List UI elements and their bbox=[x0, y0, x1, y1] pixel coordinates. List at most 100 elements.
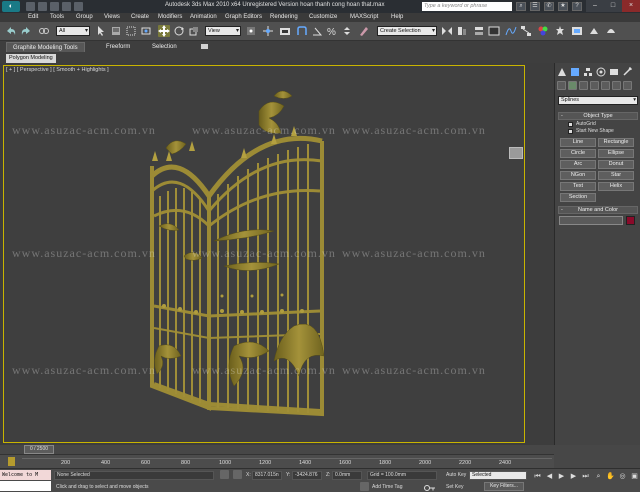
manipulate-icon[interactable] bbox=[262, 25, 274, 37]
rotate-tool-icon[interactable] bbox=[173, 25, 185, 37]
systems-icon[interactable] bbox=[623, 81, 632, 90]
key-filters-button[interactable]: Key Filters... bbox=[484, 482, 524, 491]
menu-views[interactable]: Views bbox=[104, 13, 120, 22]
display-tab-icon[interactable] bbox=[609, 67, 619, 77]
add-time-tag[interactable]: Add Time Tag bbox=[372, 484, 402, 490]
search-input[interactable]: Type a keyword or phrase bbox=[422, 2, 512, 11]
save-file-icon[interactable] bbox=[50, 2, 59, 11]
autogrid-checkbox[interactable] bbox=[568, 122, 573, 127]
menu-tools[interactable]: Tools bbox=[50, 13, 64, 22]
render-production-icon[interactable] bbox=[605, 25, 617, 37]
line-button[interactable]: Line bbox=[560, 138, 596, 147]
graphite-toggle-icon[interactable] bbox=[488, 25, 500, 37]
tab-selection[interactable]: Selection bbox=[146, 42, 183, 52]
menu-edit[interactable]: Edit bbox=[28, 13, 38, 22]
menu-animation[interactable]: Animation bbox=[190, 13, 217, 22]
rect-selection-icon[interactable] bbox=[125, 25, 137, 37]
pan-icon[interactable]: ✋ bbox=[606, 472, 615, 481]
ngon-button[interactable]: NGon bbox=[560, 171, 596, 180]
select-link-icon[interactable] bbox=[38, 25, 50, 37]
time-tag-icon[interactable] bbox=[360, 482, 369, 491]
ellipse-button[interactable]: Ellipse bbox=[598, 149, 634, 158]
z-coord-field[interactable]: 0.0mm bbox=[332, 471, 362, 480]
app-logo-icon[interactable]: ◐ bbox=[2, 1, 20, 12]
maxscript-input[interactable] bbox=[0, 481, 51, 491]
viewcube-icon[interactable] bbox=[509, 147, 523, 159]
menu-help[interactable]: Help bbox=[391, 13, 403, 22]
arc-button[interactable]: Arc bbox=[560, 160, 596, 169]
track-bar[interactable]: 200 400 600 800 1000 1200 1400 1600 1800… bbox=[0, 454, 554, 468]
x-coord-field[interactable]: 8317.015n bbox=[252, 471, 282, 480]
go-to-end-icon[interactable]: ⏭ bbox=[581, 472, 590, 481]
snap-toggle-icon[interactable] bbox=[296, 25, 308, 37]
panel-polygon-modeling[interactable]: Polygon Modeling bbox=[6, 54, 56, 63]
maximize-button[interactable]: □ bbox=[604, 0, 622, 12]
cameras-icon[interactable] bbox=[590, 81, 599, 90]
text-button[interactable]: Text bbox=[560, 182, 596, 191]
new-file-icon[interactable] bbox=[26, 2, 35, 11]
search-icon[interactable]: ⌕ bbox=[516, 2, 526, 11]
menu-maxscript[interactable]: MAXScript bbox=[350, 13, 378, 22]
subscription-icon[interactable]: ☰ bbox=[530, 2, 540, 11]
helix-button[interactable]: Helix bbox=[598, 182, 634, 191]
object-color-swatch[interactable] bbox=[626, 216, 635, 225]
close-button[interactable]: × bbox=[622, 0, 640, 12]
menu-graph-editors[interactable]: Graph Editors bbox=[225, 13, 262, 22]
geometry-icon[interactable] bbox=[557, 81, 566, 90]
move-tool-icon[interactable] bbox=[158, 25, 170, 37]
help-icon[interactable]: ? bbox=[572, 2, 582, 11]
rendered-frame-icon[interactable] bbox=[571, 25, 583, 37]
helpers-icon[interactable] bbox=[601, 81, 610, 90]
key-mode-icon[interactable] bbox=[424, 482, 436, 491]
percent-snap-icon[interactable]: % bbox=[326, 25, 338, 38]
spinner-snap-icon[interactable] bbox=[341, 25, 353, 37]
keyboard-shortcut-icon[interactable] bbox=[279, 25, 291, 37]
space-warps-icon[interactable] bbox=[612, 81, 621, 90]
menu-group[interactable]: Group bbox=[76, 13, 93, 22]
motion-tab-icon[interactable] bbox=[596, 67, 606, 77]
selection-filter-dropdown[interactable]: All bbox=[56, 26, 90, 36]
window-crossing-icon[interactable] bbox=[140, 25, 152, 37]
menu-rendering[interactable]: Rendering bbox=[270, 13, 298, 22]
time-slider[interactable]: 0 / 2500 bbox=[0, 445, 554, 454]
start-new-shape-checkbox[interactable] bbox=[568, 129, 573, 134]
key-icon[interactable] bbox=[8, 457, 15, 466]
menu-customize[interactable]: Customize bbox=[309, 13, 337, 22]
object-type-rollout[interactable]: Object Type bbox=[558, 112, 638, 120]
modify-tab-icon[interactable] bbox=[570, 67, 580, 77]
object-name-input[interactable] bbox=[559, 216, 623, 225]
redo-icon[interactable] bbox=[74, 2, 83, 11]
align-icon[interactable] bbox=[456, 25, 468, 37]
schematic-view-icon[interactable] bbox=[520, 25, 532, 37]
shape-category-dropdown[interactable]: Splines bbox=[558, 96, 638, 105]
layer-manager-icon[interactable] bbox=[473, 25, 485, 37]
menu-modifiers[interactable]: Modifiers bbox=[158, 13, 182, 22]
circle-button[interactable]: Circle bbox=[560, 149, 596, 158]
absolute-mode-icon[interactable] bbox=[233, 470, 242, 479]
lights-icon[interactable] bbox=[579, 81, 588, 90]
maxscript-listener[interactable]: Welcome to M bbox=[0, 470, 51, 480]
tab-graphite-modeling-tools[interactable]: Graphite Modeling Tools bbox=[6, 42, 85, 52]
named-selection-dropdown[interactable]: Create Selection bbox=[377, 26, 437, 36]
lock-selection-icon[interactable] bbox=[220, 470, 229, 479]
select-by-name-icon[interactable] bbox=[110, 25, 122, 37]
name-and-color-rollout[interactable]: Name and Color bbox=[558, 206, 638, 214]
create-tab-icon[interactable] bbox=[557, 67, 567, 77]
render-setup-icon[interactable] bbox=[554, 25, 566, 37]
undo-icon[interactable] bbox=[62, 2, 71, 11]
coord-system-dropdown[interactable]: View bbox=[205, 26, 241, 36]
next-frame-icon[interactable]: ▶ bbox=[569, 472, 578, 481]
open-file-icon[interactable] bbox=[38, 2, 47, 11]
tab-freeform[interactable]: Freeform bbox=[100, 42, 136, 52]
redo-tool-icon[interactable] bbox=[20, 25, 32, 37]
maximize-viewport-icon[interactable]: ▣ bbox=[630, 472, 639, 481]
curve-editor-icon[interactable] bbox=[505, 25, 517, 37]
rectangle-button[interactable]: Rectangle bbox=[598, 138, 634, 147]
material-editor-icon[interactable] bbox=[537, 25, 549, 37]
key-mode-dropdown[interactable]: Selected bbox=[469, 471, 527, 480]
scale-tool-icon[interactable] bbox=[188, 25, 200, 37]
ribbon-minimize-button[interactable] bbox=[201, 44, 208, 49]
quick-render-icon[interactable] bbox=[588, 25, 600, 37]
section-button[interactable]: Section bbox=[560, 193, 596, 202]
time-slider-thumb[interactable]: 0 / 2500 bbox=[24, 445, 54, 454]
